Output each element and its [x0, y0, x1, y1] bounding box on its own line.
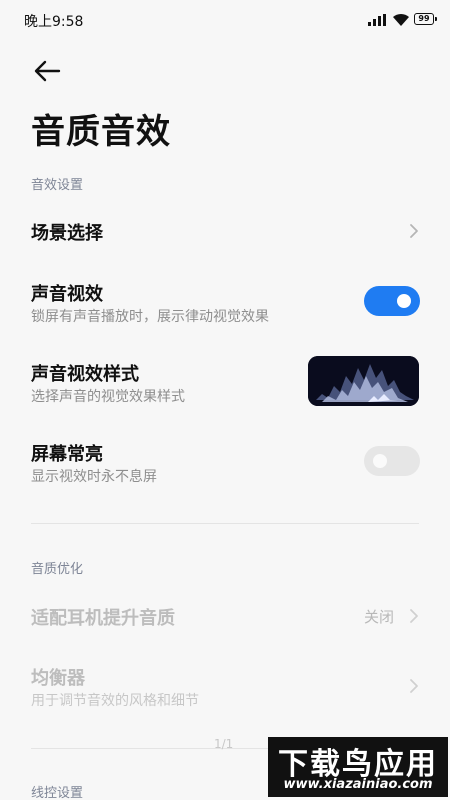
wifi-icon	[393, 13, 409, 26]
headphone-adaptation-value: 关闭	[364, 608, 395, 626]
screen-always-on-row[interactable]: 屏幕常亮 显示视效时永不息屏	[0, 432, 450, 492]
status-time: 晚上9:58	[24, 14, 84, 30]
section-header-sound-effects: 音效设置	[31, 178, 84, 193]
page-title: 音质音效	[31, 112, 171, 152]
headphone-adaptation-label: 适配耳机提升音质	[31, 608, 175, 629]
screen-always-on-description: 显示视效时永不息屏	[31, 469, 157, 485]
equalizer-label: 均衡器	[31, 668, 85, 689]
section-header-wire-control: 线控设置	[31, 786, 84, 800]
toggle-knob	[373, 454, 387, 468]
screen-always-on-toggle[interactable]	[364, 446, 420, 476]
chevron-right-icon	[410, 224, 418, 238]
screen-always-on-label: 屏幕常亮	[31, 444, 103, 465]
audio-settings-screen: 晚上9:58 99 音质音效 音效设置 场景选择 声音视效 锁屏有声音播放时，展…	[0, 0, 450, 800]
headphone-adaptation-row[interactable]: 适配耳机提升音质 关闭	[0, 590, 450, 642]
sound-visual-effect-toggle[interactable]	[364, 286, 420, 316]
watermark-logo: 下载鸟应用 www.xiazainiao.com	[268, 737, 448, 797]
scene-select-row[interactable]: 场景选择	[0, 205, 450, 257]
sound-visual-effect-row[interactable]: 声音视效 锁屏有声音播放时，展示律动视觉效果	[0, 272, 450, 332]
section-divider	[31, 523, 419, 524]
status-bar: 晚上9:58 99	[0, 0, 450, 40]
toggle-knob	[397, 294, 411, 308]
sound-visual-style-description: 选择声音的视觉效果样式	[31, 389, 185, 405]
scene-select-label: 场景选择	[31, 223, 103, 244]
sound-visual-effect-description: 锁屏有声音播放时，展示律动视觉效果	[31, 309, 269, 325]
visual-style-preview-thumbnail[interactable]	[308, 356, 419, 406]
chevron-right-icon	[410, 679, 418, 693]
equalizer-row[interactable]: 均衡器 用于调节音效的风格和细节	[0, 656, 450, 716]
watermark-url: www.xiazainiao.com	[283, 777, 433, 792]
equalizer-description: 用于调节音效的风格和细节	[31, 693, 199, 709]
back-arrow-icon[interactable]	[32, 56, 62, 86]
page-indicator: 1/1	[214, 737, 234, 751]
battery-icon: 99	[414, 13, 437, 25]
sound-visual-style-label: 声音视效样式	[31, 364, 139, 385]
sound-visual-effect-label: 声音视效	[31, 284, 103, 305]
signal-icon	[368, 14, 388, 26]
section-header-sound-quality: 音质优化	[31, 562, 84, 577]
chevron-right-icon	[410, 609, 418, 623]
